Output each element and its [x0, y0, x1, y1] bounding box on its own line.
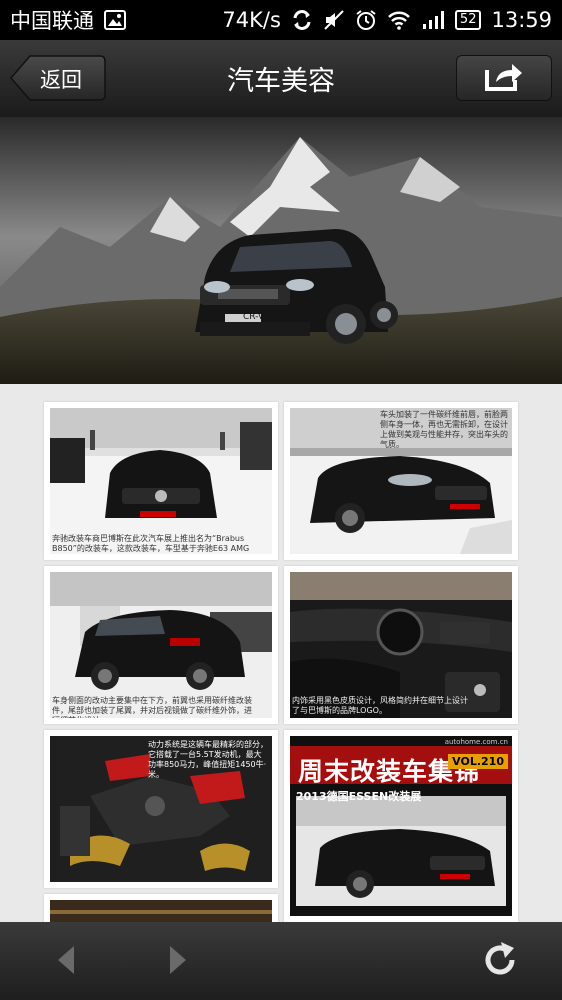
- sync-icon: [291, 9, 313, 31]
- signal-icon: [421, 10, 445, 30]
- clock: 13:59: [491, 8, 552, 32]
- network-speed: 74K/s: [222, 8, 281, 32]
- battery-icon: 52: [454, 10, 482, 30]
- gallery-caption: 内饰采用黑色皮质设计，风格简约并在细节上设计了与巴博斯的品牌LOGO。: [292, 696, 468, 715]
- gallery-item[interactable]: 内饰采用黑色皮质设计，风格简约并在细节上设计了与巴博斯的品牌LOGO。: [284, 566, 518, 724]
- refresh-icon: [480, 940, 520, 984]
- gallery-item[interactable]: 车头加装了一件碳纤维前唇，前脸两侧车身一体，再也无需拆卸，在设计上做到美观与性能…: [284, 402, 518, 560]
- gallery-item[interactable]: autohome.com.cn 周末改装车集锦 VOL.210 2013德国ES…: [284, 730, 518, 922]
- magazine-vol: VOL.210: [448, 754, 508, 769]
- carrier-label: 中国联通: [10, 9, 94, 33]
- arrow-left-icon: [54, 944, 78, 980]
- title-bar: 返回 汽车美容: [0, 40, 562, 117]
- share-button[interactable]: [456, 55, 552, 101]
- gallery-caption: 车头加装了一件碳纤维前唇，前脸两侧车身一体，再也无需拆卸，在设计上做到美观与性能…: [380, 410, 508, 449]
- gallery-item[interactable]: 动力系统是这辆车最精彩的部分，它搭载了一台5.5T发动机，最大功率850马力，峰…: [44, 730, 278, 888]
- gallery-caption: 车身侧面的改动主要集中在下方，前翼也采用碳纤维改装件，尾部也加装了尾翼，并对后视…: [52, 696, 252, 718]
- gallery-item[interactable]: [44, 894, 278, 922]
- gallery-item[interactable]: 车身侧面的改动主要集中在下方，前翼也采用碳纤维改装件，尾部也加装了尾翼，并对后视…: [44, 566, 278, 724]
- wifi-icon: [387, 10, 411, 30]
- share-icon: [484, 60, 524, 96]
- refresh-button[interactable]: [480, 942, 520, 982]
- magazine-subtitle: 2013德国ESSEN改装展: [296, 790, 422, 803]
- bottom-toolbar: [0, 922, 562, 1000]
- back-button[interactable]: 返回: [10, 55, 106, 101]
- magazine-site: autohome.com.cn: [444, 738, 508, 746]
- status-bar: 中国联通 74K/s 52 13:59: [0, 0, 562, 40]
- gallery-caption: 奔驰改装车商巴博斯在此次汽车展上推出名为“Brabus B850”的改装车，这款…: [52, 534, 250, 553]
- gallery-caption: 动力系统是这辆车最精彩的部分，它搭载了一台5.5T发动机，最大功率850马力，峰…: [148, 740, 268, 779]
- alarm-icon: [355, 9, 377, 31]
- mute-icon: [323, 9, 345, 31]
- arrow-right-icon: [166, 944, 190, 980]
- back-button-label: 返回: [40, 68, 82, 92]
- gallery-grid: 奔驰改装车商巴博斯在此次汽车展上推出名为“Brabus B850”的改装车，这款…: [0, 384, 562, 922]
- image-icon: [104, 10, 126, 30]
- gallery-item[interactable]: 奔驰改装车商巴博斯在此次汽车展上推出名为“Brabus B850”的改装车，这款…: [44, 402, 278, 560]
- banner-image[interactable]: CR-V: [0, 117, 562, 384]
- back-nav-button[interactable]: [46, 942, 86, 982]
- page-title: 汽车美容: [227, 66, 335, 97]
- banner-badge: CR-V: [243, 312, 265, 322]
- forward-nav-button[interactable]: [158, 942, 198, 982]
